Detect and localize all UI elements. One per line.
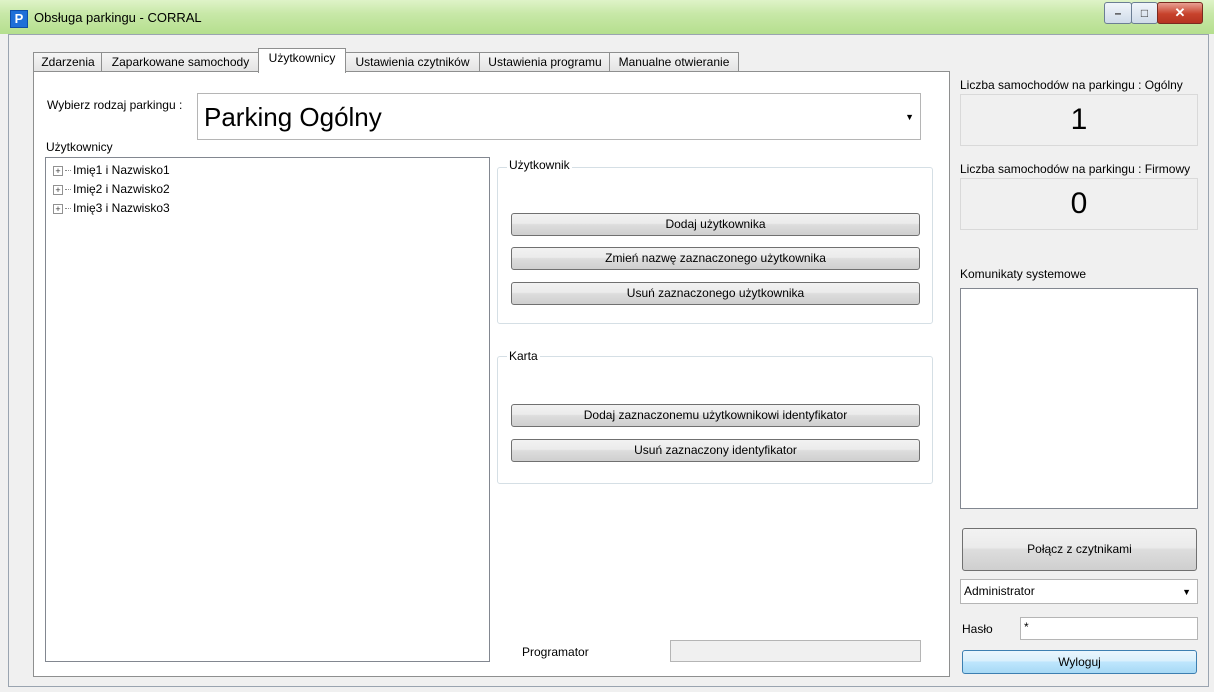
parking-type-value: Parking Ogólny: [204, 102, 382, 132]
tree-item-label: Imię1 i Nazwisko1: [73, 163, 170, 177]
tree-item-label: Imię2 i Nazwisko2: [73, 182, 170, 196]
close-button[interactable]: ✕: [1157, 2, 1203, 24]
system-messages-box[interactable]: [960, 288, 1198, 509]
users-tree[interactable]: + Imię1 i Nazwisko1 + Imię2 i Nazwisko2 + I…: [45, 157, 490, 662]
tree-item[interactable]: + Imię1 i Nazwisko1: [53, 162, 170, 180]
tab-events[interactable]: Zdarzenia: [33, 52, 103, 72]
password-input[interactable]: *: [1020, 617, 1198, 640]
add-identifier-button[interactable]: Dodaj zaznaczonemu użytkownikowi identyf…: [511, 404, 920, 427]
connect-readers-button[interactable]: Połącz z czytnikami: [962, 528, 1197, 571]
system-messages-label: Komunikaty systemowe: [960, 267, 1087, 281]
main-window: P Obsługa parkingu - CORRAL – □ ✕ Zdarze…: [0, 0, 1214, 692]
maximize-button[interactable]: □: [1131, 2, 1158, 24]
tree-item-label: Imię3 i Nazwisko3: [73, 201, 170, 215]
parking-type-select[interactable]: Parking Ogólny ▼: [197, 93, 921, 140]
company-count-label: Liczba samochodów na parkingu : Firmowy: [960, 162, 1191, 176]
tab-reader-settings[interactable]: Ustawienia czytników: [344, 52, 481, 72]
user-select-value: Administrator: [964, 584, 1035, 598]
password-label: Hasło: [962, 622, 993, 636]
company-count-display: 0: [960, 178, 1198, 230]
remove-user-button[interactable]: Usuń zaznaczonego użytkownika: [511, 282, 920, 305]
user-group-title: Użytkownik: [507, 158, 572, 172]
tab-program-settings[interactable]: Ustawienia programu: [479, 52, 611, 72]
maximize-icon: □: [1140, 6, 1149, 20]
card-group-title: Karta: [507, 349, 540, 363]
window-title: Obsługa parkingu - CORRAL: [34, 10, 202, 25]
tab-parked-cars[interactable]: Zaparkowane samochody: [101, 52, 260, 72]
tree-connector: [65, 189, 71, 191]
add-user-button[interactable]: Dodaj użytkownika: [511, 213, 920, 236]
title-bar[interactable]: P Obsługa parkingu - CORRAL – □ ✕: [0, 0, 1214, 34]
dropdown-arrow-icon: ▼: [1182, 587, 1191, 597]
remove-identifier-button[interactable]: Usuń zaznaczony identyfikator: [511, 439, 920, 462]
programator-field: [670, 640, 921, 662]
close-icon: ✕: [1174, 5, 1186, 20]
users-tree-label: Użytkownicy: [46, 140, 113, 154]
expand-plus-icon[interactable]: +: [53, 165, 63, 176]
logout-button[interactable]: Wyloguj: [962, 650, 1197, 674]
parking-type-label: Wybierz rodzaj parkingu :: [47, 98, 183, 112]
tree-item[interactable]: + Imię3 i Nazwisko3: [53, 200, 170, 218]
user-select[interactable]: Administrator ▼: [960, 579, 1198, 604]
dropdown-arrow-icon: ▼: [905, 112, 914, 122]
general-count-display: 1: [960, 94, 1198, 146]
tree-connector: [65, 170, 71, 172]
general-count-label: Liczba samochodów na parkingu : Ogólny: [960, 78, 1183, 92]
expand-plus-icon[interactable]: +: [53, 203, 63, 214]
minimize-button[interactable]: –: [1104, 2, 1132, 24]
programator-label: Programator: [522, 645, 589, 659]
rename-user-button[interactable]: Zmień nazwę zaznaczonego użytkownika: [511, 247, 920, 270]
tab-manual-opening[interactable]: Manualne otwieranie: [609, 52, 739, 72]
parking-app-icon: P: [10, 10, 28, 28]
tab-users[interactable]: Użytkownicy: [258, 48, 346, 73]
tree-connector: [65, 208, 71, 210]
tree-item[interactable]: + Imię2 i Nazwisko2: [53, 181, 170, 199]
expand-plus-icon[interactable]: +: [53, 184, 63, 195]
minimize-icon: –: [1114, 6, 1122, 20]
password-value: *: [1024, 620, 1029, 634]
